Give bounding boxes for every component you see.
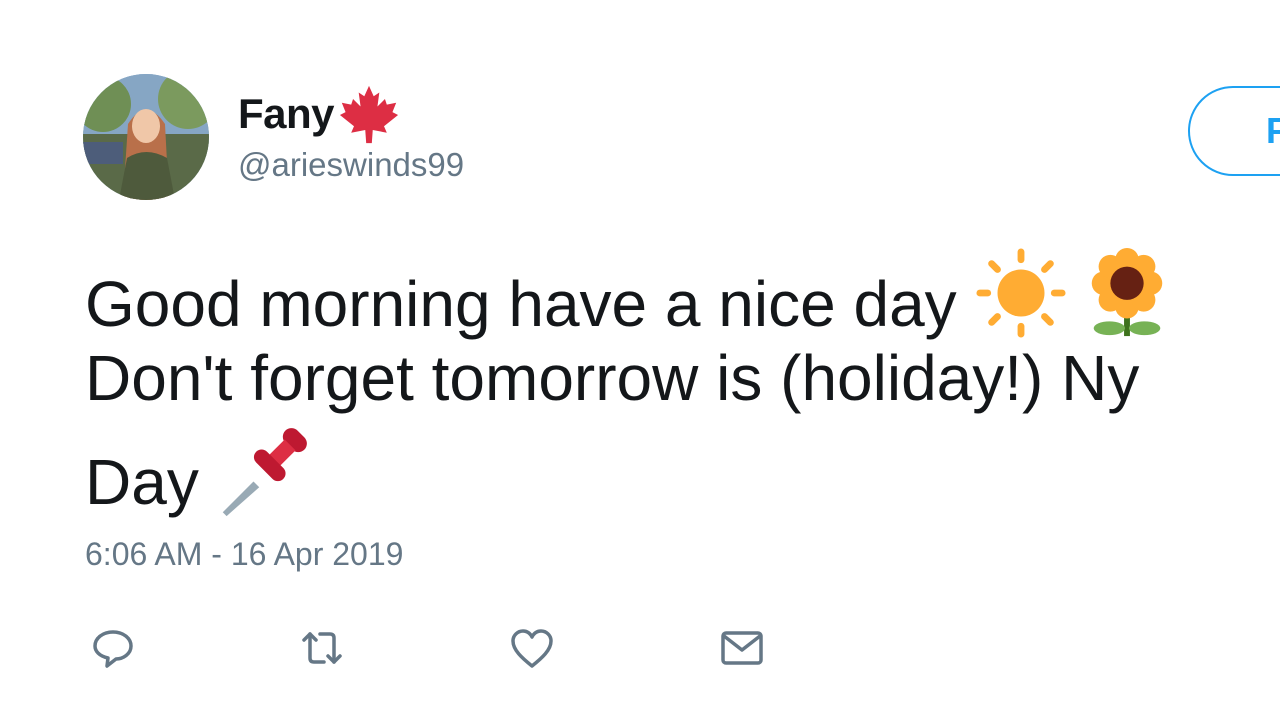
retweet-icon[interactable]: [298, 624, 346, 672]
avatar-photo: [83, 74, 209, 200]
like-icon[interactable]: [508, 624, 556, 672]
avatar[interactable]: [83, 74, 209, 200]
direct-message-icon[interactable]: [718, 624, 766, 672]
display-name[interactable]: Fany: [238, 90, 335, 138]
tweet-text-line-3: Day: [85, 422, 1280, 518]
tweet-text-line-1: Good morning have a nice day: [85, 246, 1280, 340]
author-handle[interactable]: @arieswinds99: [238, 146, 464, 184]
pushpin-icon: [217, 422, 313, 540]
tweet-text-line-2: Don't forget tomorrow is (holiday!) Ny: [85, 342, 1140, 414]
author-name-row[interactable]: Fany: [238, 84, 400, 144]
tweet-timestamp[interactable]: 6:06 AM - 16 Apr 2019: [85, 536, 403, 573]
maple-leaf-icon: [338, 84, 400, 144]
tweet-text-part-1: Good morning have a nice day: [85, 268, 975, 340]
tweet-text: Good morning have a nice day Don't forge…: [85, 246, 1280, 518]
tweet-text-part-3: Day: [85, 446, 217, 518]
follow-button[interactable]: Follow: [1188, 86, 1280, 176]
reply-icon[interactable]: [89, 624, 137, 672]
tweet-card: Fany @arieswinds99 Follow Good morning h…: [0, 0, 1280, 720]
